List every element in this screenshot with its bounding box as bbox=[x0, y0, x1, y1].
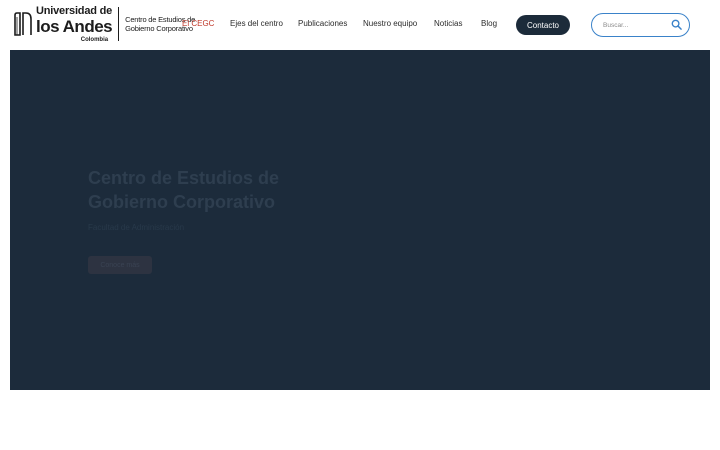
site-header: Universidad de los Andes Colombia Centro… bbox=[0, 0, 720, 50]
uniandes-emblem-icon bbox=[14, 12, 32, 36]
search-input[interactable] bbox=[603, 21, 669, 29]
nav-item-publicaciones[interactable]: Publicaciones bbox=[298, 19, 347, 28]
nav-item-el-cegc[interactable]: El CEGC bbox=[182, 19, 214, 28]
logo-line2: los Andes bbox=[36, 16, 113, 36]
logo-line3: Colombia bbox=[80, 36, 109, 43]
hero-subtitle: Facultad de Administración bbox=[88, 223, 185, 232]
nav-item-blog[interactable]: Blog bbox=[481, 19, 497, 28]
logo-divider bbox=[118, 7, 120, 41]
logo-university-name: Universidad de los Andes Colombia bbox=[36, 4, 113, 43]
nav-item-ejes-del-centro[interactable]: Ejes del centro bbox=[230, 19, 283, 28]
search-icon[interactable] bbox=[671, 19, 682, 30]
hero-title: Centro de Estudios de Gobierno Corporati… bbox=[88, 168, 280, 212]
nav-item-nuestro-equipo[interactable]: Nuestro equipo bbox=[363, 19, 417, 28]
logo-line1: Universidad de bbox=[36, 4, 113, 17]
hero-cta-button[interactable]: Conoce más bbox=[88, 256, 152, 274]
site-logo[interactable]: Universidad de los Andes Colombia Centro… bbox=[12, 4, 195, 43]
nav-item-noticias[interactable]: Noticias bbox=[434, 19, 462, 28]
search-box bbox=[591, 13, 690, 37]
hero-banner: Centro de Estudios de Gobierno Corporati… bbox=[10, 50, 710, 390]
contact-button[interactable]: Contacto bbox=[516, 15, 570, 35]
